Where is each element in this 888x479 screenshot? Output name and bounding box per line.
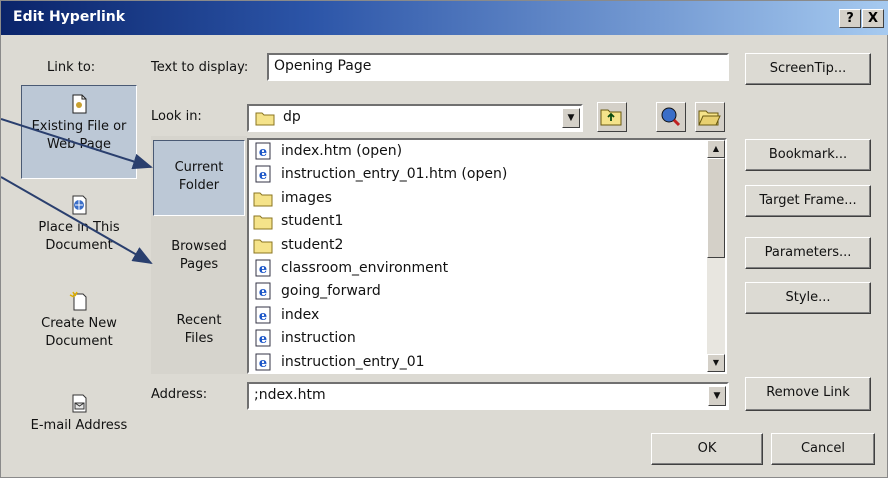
file-name: instruction bbox=[281, 330, 356, 347]
text-to-display-input[interactable]: Opening Page bbox=[267, 53, 729, 81]
file-list-item[interactable]: e instruction_entry_01.htm (open) bbox=[249, 163, 725, 186]
file-name: student2 bbox=[281, 236, 344, 253]
recent-files-label-2: Files bbox=[184, 331, 214, 346]
create-new-label-2: Document bbox=[45, 334, 113, 349]
file-items: e index.htm (open) e instruction_entry_01.h… bbox=[249, 140, 725, 372]
address-dropdown-icon[interactable]: ▼ bbox=[708, 386, 726, 406]
ie-page-icon: e bbox=[255, 306, 271, 324]
address-label: Address: bbox=[151, 387, 208, 402]
ie-page-icon: e bbox=[255, 329, 271, 347]
up-one-folder-button[interactable] bbox=[597, 102, 627, 132]
browse-web-icon bbox=[661, 107, 681, 127]
svg-text:e: e bbox=[259, 168, 267, 183]
file-name: images bbox=[281, 189, 332, 206]
create-new-label-1: Create New bbox=[41, 316, 117, 331]
target-frame-button[interactable]: Target Frame... bbox=[745, 185, 871, 217]
folder-icon bbox=[253, 215, 273, 230]
current-folder-label-2: Folder bbox=[178, 178, 220, 193]
file-list-item[interactable]: e classroom_environment bbox=[249, 257, 725, 280]
svg-text:e: e bbox=[259, 332, 267, 347]
globe-document-icon bbox=[72, 195, 87, 215]
browsed-pages-label-1: Browsed bbox=[171, 239, 227, 254]
category-panel: Current Folder Browsed Pages Recent File… bbox=[151, 136, 247, 374]
file-name: instruction_entry_01 bbox=[281, 353, 425, 370]
svg-text:e: e bbox=[259, 285, 267, 300]
email-icon bbox=[72, 394, 87, 413]
browse-file-button[interactable] bbox=[695, 102, 725, 132]
ok-button[interactable]: OK bbox=[651, 433, 763, 465]
file-name: index bbox=[281, 306, 320, 323]
file-name: going_forward bbox=[281, 283, 381, 300]
current-folder-label-1: Current bbox=[174, 160, 224, 175]
look-in-dropdown-icon[interactable]: ▼ bbox=[562, 108, 580, 128]
new-document-icon bbox=[69, 291, 87, 311]
file-list-item[interactable]: e index.htm (open) bbox=[249, 140, 725, 163]
ie-page-icon: e bbox=[255, 282, 271, 300]
browsed-pages-label-2: Pages bbox=[179, 257, 219, 272]
up-folder-icon bbox=[600, 109, 622, 126]
file-list-item[interactable]: e instruction bbox=[249, 327, 725, 350]
screentip-button[interactable]: ScreenTip... bbox=[745, 53, 871, 85]
file-list-item[interactable]: images bbox=[249, 187, 725, 210]
recent-files-label-1: Recent bbox=[176, 313, 222, 328]
document-icon bbox=[72, 94, 87, 114]
open-folder-icon bbox=[698, 110, 721, 126]
ie-page-icon: e bbox=[255, 353, 271, 371]
address-input[interactable]: ;ndex.htm ▼ bbox=[247, 382, 729, 410]
ie-page-icon: e bbox=[255, 165, 271, 183]
place-in-doc-label-1: Place in This bbox=[38, 220, 120, 235]
svg-text:e: e bbox=[259, 145, 267, 160]
scroll-down-icon[interactable]: ▼ bbox=[707, 354, 725, 372]
close-button[interactable]: X bbox=[862, 9, 884, 28]
ie-page-icon: e bbox=[255, 259, 271, 277]
svg-text:e: e bbox=[259, 309, 267, 324]
scroll-thumb[interactable] bbox=[707, 158, 725, 258]
folder-icon bbox=[253, 192, 273, 207]
help-button[interactable]: ? bbox=[839, 9, 861, 28]
link-to-existing-file[interactable]: Existing File or Web Page bbox=[21, 85, 137, 179]
file-list-item[interactable]: e index bbox=[249, 304, 725, 327]
existing-file-label-2: Web Page bbox=[47, 137, 111, 152]
file-name: instruction_entry_01.htm (open) bbox=[281, 166, 508, 183]
text-to-display-label: Text to display: bbox=[151, 60, 249, 75]
file-name: student1 bbox=[281, 213, 344, 230]
link-to-label: Link to: bbox=[47, 60, 96, 75]
remove-link-button[interactable]: Remove Link bbox=[745, 377, 871, 411]
category-browsed-pages[interactable]: Browsed Pages bbox=[153, 220, 245, 296]
address-value: ;ndex.htm bbox=[254, 387, 326, 403]
file-list-item[interactable]: student2 bbox=[249, 234, 725, 257]
category-current-folder[interactable]: Current Folder bbox=[153, 140, 245, 216]
category-recent-files[interactable]: Recent Files bbox=[153, 294, 245, 370]
folder-icon bbox=[255, 112, 275, 126]
dialog-title: Edit Hyperlink bbox=[13, 9, 126, 25]
file-name: classroom_environment bbox=[281, 259, 449, 276]
cancel-button[interactable]: Cancel bbox=[771, 433, 875, 465]
existing-file-label-1: Existing File or bbox=[31, 119, 127, 134]
file-list-item[interactable]: e going_forward bbox=[249, 280, 725, 303]
style-button[interactable]: Style... bbox=[745, 282, 871, 314]
look-in-label: Look in: bbox=[151, 109, 202, 124]
parameters-button[interactable]: Parameters... bbox=[745, 237, 871, 269]
svg-text:e: e bbox=[259, 262, 267, 277]
svg-text:e: e bbox=[259, 356, 267, 371]
folder-icon bbox=[253, 239, 273, 254]
file-list-item[interactable]: student1 bbox=[249, 210, 725, 233]
browse-web-button[interactable] bbox=[656, 102, 686, 132]
file-name: index.htm (open) bbox=[281, 143, 403, 159]
file-list-item[interactable]: e instruction_entry_01 bbox=[249, 351, 725, 372]
place-in-doc-label-2: Document bbox=[45, 238, 113, 253]
link-to-email[interactable]: E-mail Address bbox=[21, 385, 137, 479]
file-list[interactable]: e index.htm (open) e instruction_entry_01.h… bbox=[247, 138, 727, 374]
ie-page-icon: e bbox=[255, 142, 271, 160]
email-label: E-mail Address bbox=[30, 418, 128, 433]
link-to-place-in-document[interactable]: Place in This Document bbox=[21, 187, 137, 281]
look-in-value: dp bbox=[283, 109, 301, 125]
scroll-up-icon[interactable]: ▲ bbox=[707, 140, 725, 158]
link-to-create-new[interactable]: Create New Document bbox=[21, 283, 137, 377]
title-bar: Edit Hyperlink bbox=[1, 1, 888, 35]
edit-hyperlink-dialog: Edit Hyperlink ? X Link to: Existing Fil… bbox=[0, 0, 888, 478]
bookmark-button[interactable]: Bookmark... bbox=[745, 139, 871, 171]
file-list-scrollbar[interactable]: ▲ ▼ bbox=[707, 140, 725, 372]
look-in-select[interactable]: dp ▼ bbox=[247, 104, 583, 132]
